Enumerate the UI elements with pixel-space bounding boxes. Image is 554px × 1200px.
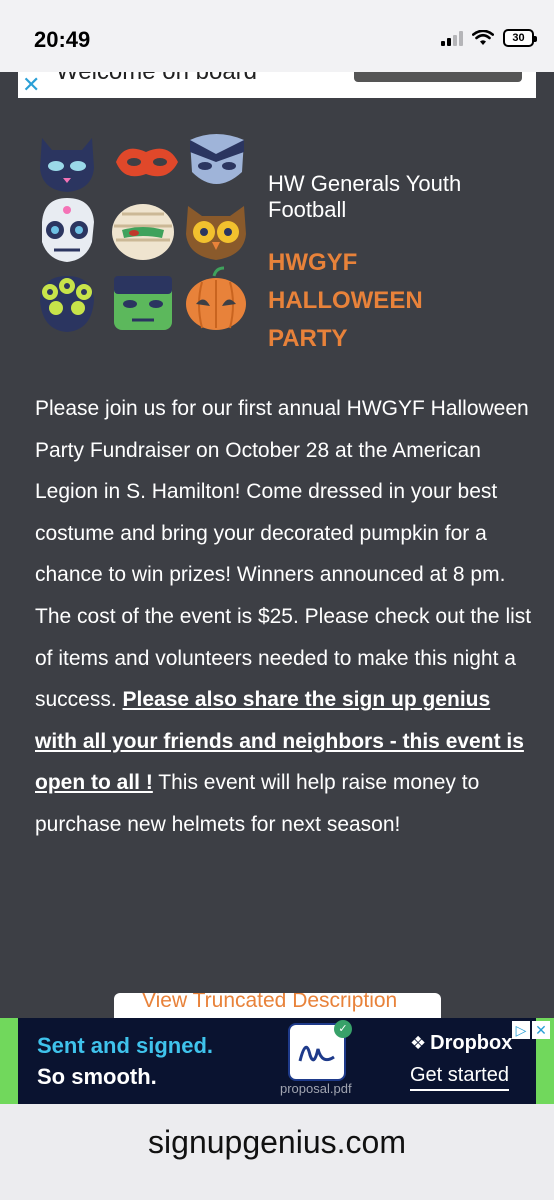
- signal-icon: [441, 30, 463, 46]
- vampire-mask-icon: [190, 134, 244, 184]
- status-icons: 30: [441, 29, 537, 47]
- organization-name: HW Generals Youth Football: [268, 171, 462, 222]
- frankenstein-mask-icon: [114, 276, 172, 330]
- ad-get-started-button[interactable]: Get started: [410, 1064, 509, 1091]
- ad-file-name: proposal.pdf: [280, 1081, 352, 1096]
- status-time: 20:49: [34, 27, 91, 52]
- event-description: Please join us for our first annual HWGY…: [35, 388, 535, 846]
- ad-info-icon[interactable]: ▷: [512, 1021, 530, 1039]
- owl-mask-icon: [186, 206, 246, 260]
- dropbox-logo-icon: ❖: [410, 1033, 427, 1053]
- top-ad-text: Welcome on board: [56, 72, 257, 86]
- battery-icon: 30: [503, 29, 537, 47]
- event-title: HWGYF HALLOWEEN PARTY: [268, 249, 423, 352]
- ad-banner[interactable]: Sent and signed. So smooth. ✓ proposal.p…: [0, 1018, 554, 1104]
- close-icon[interactable]: ✕: [22, 74, 40, 96]
- status-bar: 20:49 30: [0, 0, 554, 72]
- red-mask-icon: [116, 148, 178, 177]
- ad-headline: Sent and signed.: [37, 1033, 214, 1058]
- browser-url-bar[interactable]: signupgenius.com: [0, 1104, 554, 1200]
- ad-close-icon[interactable]: ✕: [532, 1021, 550, 1039]
- wifi-icon: [472, 30, 494, 45]
- top-ad-banner[interactable]: ✕ Welcome on board: [18, 72, 536, 98]
- ad-brand: ❖ Dropbox: [410, 1032, 512, 1055]
- view-button-label: View Truncated Description: [142, 993, 398, 1012]
- pumpkin-mask-icon: [186, 266, 246, 330]
- ad-subheadline: So smooth.: [37, 1064, 157, 1089]
- halloween-masks-image: [40, 134, 246, 332]
- monster-mask-icon: [40, 276, 94, 332]
- top-ad-button[interactable]: [354, 72, 522, 82]
- ad-brand-name: Dropbox: [430, 1032, 513, 1054]
- mummy-mask-icon: [112, 204, 174, 260]
- description-text: Please join us for our first annual HWGY…: [35, 397, 532, 712]
- ad-content[interactable]: Sent and signed. So smooth. ✓ proposal.p…: [18, 1018, 536, 1104]
- check-icon: ✓: [334, 1020, 352, 1038]
- url-text[interactable]: signupgenius.com: [0, 1124, 554, 1161]
- skull-mask-icon: [42, 198, 94, 262]
- ad-choices[interactable]: ▷ ✕: [512, 1021, 550, 1039]
- cat-mask-icon: [40, 138, 94, 192]
